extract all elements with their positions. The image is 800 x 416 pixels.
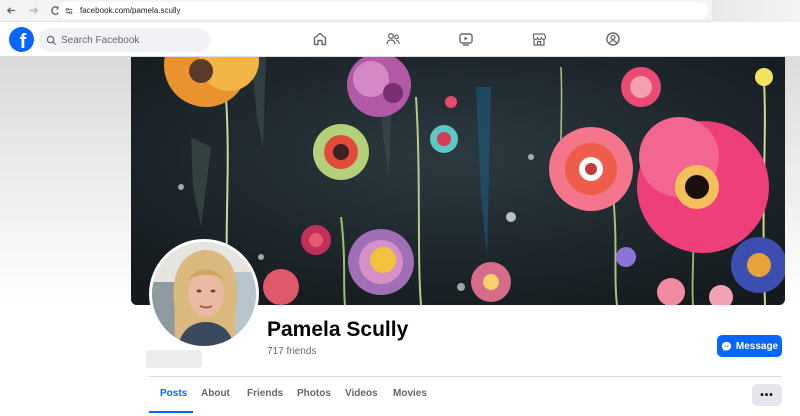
tab-friends[interactable]: Friends xyxy=(247,388,283,399)
browser-address-bar: facebook.com/pamela.scully xyxy=(0,0,800,22)
marketplace-icon[interactable] xyxy=(529,29,549,49)
redacted-area xyxy=(146,350,202,368)
profile-divider xyxy=(149,376,782,377)
active-tab-indicator xyxy=(149,411,193,413)
address-bar[interactable]: facebook.com/pamela.scully xyxy=(58,2,708,19)
search-box[interactable] xyxy=(39,28,210,52)
tab-photos[interactable]: Photos xyxy=(297,388,331,399)
message-button[interactable]: Message xyxy=(717,335,782,357)
left-background-fade xyxy=(0,57,131,305)
friends-icon[interactable] xyxy=(383,29,403,49)
avatar xyxy=(152,242,256,346)
facebook-top-nav: f xyxy=(0,22,800,57)
tab-posts[interactable]: Posts xyxy=(160,388,187,399)
home-icon[interactable] xyxy=(310,29,330,49)
site-settings-icon[interactable] xyxy=(64,6,74,16)
watch-icon[interactable] xyxy=(456,29,476,49)
friends-count[interactable]: 717 friends xyxy=(267,346,316,357)
back-icon[interactable] xyxy=(2,2,20,20)
url-text: facebook.com/pamela.scully xyxy=(80,6,181,15)
tab-about[interactable]: About xyxy=(201,388,230,399)
redacted-area xyxy=(712,0,800,22)
search-input[interactable] xyxy=(61,34,201,46)
right-background-fade xyxy=(785,57,800,305)
tab-videos[interactable]: Videos xyxy=(345,388,378,399)
facebook-logo-letter: f xyxy=(19,30,27,53)
message-button-label: Message xyxy=(735,340,779,352)
more-icon: ••• xyxy=(760,389,774,401)
more-options-button[interactable]: ••• xyxy=(752,384,782,406)
forward-icon[interactable] xyxy=(24,2,42,20)
profile-picture[interactable] xyxy=(149,239,259,349)
search-icon xyxy=(46,35,57,45)
tab-movies[interactable]: Movies xyxy=(393,388,427,399)
groups-icon[interactable] xyxy=(603,29,623,49)
profile-name: Pamela Scully xyxy=(267,318,409,341)
messenger-icon xyxy=(721,341,731,351)
facebook-logo[interactable]: f xyxy=(9,27,34,53)
